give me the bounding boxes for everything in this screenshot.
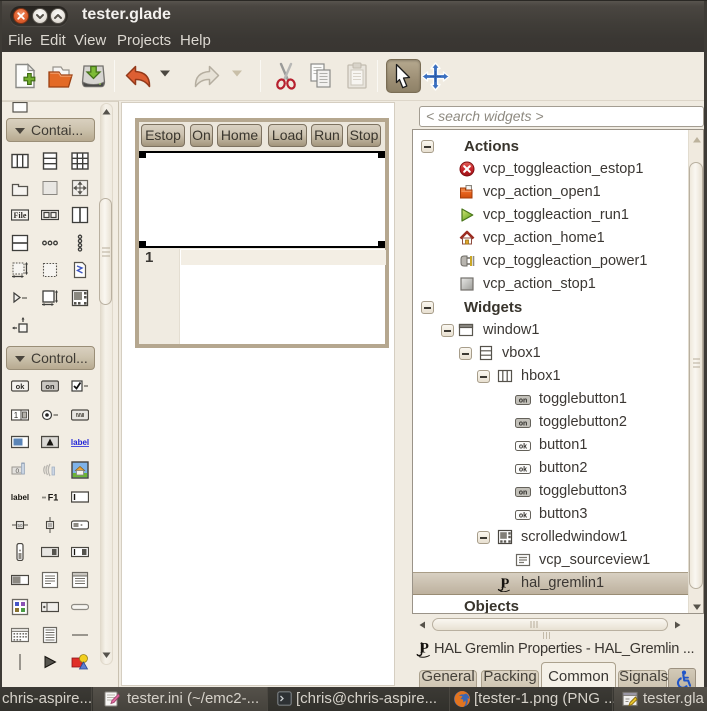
- svg-text:on: on: [519, 490, 528, 497]
- svg-text:50: 50: [17, 523, 23, 528]
- svg-text:ok: ok: [16, 382, 26, 391]
- svg-text:ok: ok: [519, 444, 527, 451]
- svg-text:0.: 0.: [16, 468, 22, 475]
- svg-text:File: File: [14, 211, 27, 220]
- svg-text:on: on: [519, 398, 528, 405]
- svg-text:on: on: [45, 382, 55, 391]
- svg-text:on: on: [519, 421, 528, 428]
- svg-text:label: label: [71, 438, 89, 447]
- svg-text:ok: ok: [519, 467, 527, 474]
- svg-text:ok: ok: [519, 513, 527, 520]
- svg-text:1: 1: [14, 411, 19, 420]
- svg-text:F1: F1: [48, 493, 59, 503]
- svg-text:label: label: [11, 493, 29, 502]
